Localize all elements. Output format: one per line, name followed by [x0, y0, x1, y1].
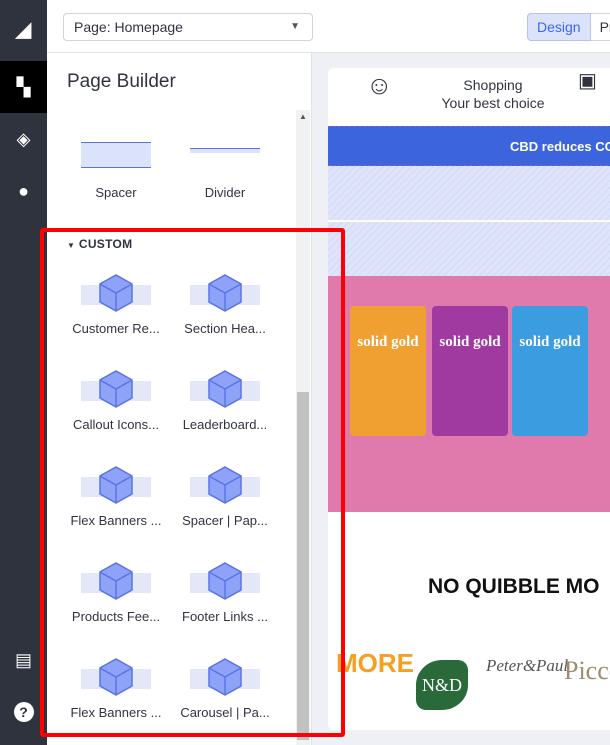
cube-icon	[190, 466, 260, 504]
cube-icon	[190, 658, 260, 696]
theme-palette-icon[interactable]: ●	[0, 165, 47, 217]
widget-label: Flex Banners ...	[70, 705, 162, 720]
cube-icon	[190, 562, 260, 600]
brand-logo: MORE	[336, 648, 414, 678]
spacer-placeholder	[328, 166, 610, 276]
product-bag: solid gold	[432, 306, 508, 436]
custom-widget[interactable]: Section Hea...	[175, 274, 275, 336]
scrollbar[interactable]: ▲	[296, 110, 310, 745]
cube-icon	[190, 274, 260, 312]
custom-widget[interactable]: Footer Links ...	[175, 562, 275, 624]
cube-icon	[81, 562, 151, 600]
widget-label: Products Fee...	[71, 609, 161, 624]
storefront-icon[interactable]: ▤	[0, 634, 47, 686]
widget-label: Customer Re...	[72, 321, 160, 336]
divider-icon	[190, 142, 260, 168]
brand-logo: Piccol	[564, 656, 610, 685]
widget-label: Section Hea...	[184, 321, 266, 336]
widget-label: Callout Icons...	[73, 417, 159, 432]
widget-label: Footer Links ...	[182, 609, 268, 624]
widget-label: Leaderboard...	[182, 417, 268, 432]
brand-logo: N&D	[416, 660, 468, 710]
caret-down-icon: ▼	[67, 241, 76, 250]
preview-tab[interactable]: Pre	[590, 13, 610, 41]
section-label: CUSTOM	[78, 237, 133, 251]
scroll-up-icon[interactable]: ▲	[299, 112, 307, 121]
cube-icon	[81, 466, 151, 504]
support-agent-icon: ☺	[366, 70, 393, 100]
cube-icon	[81, 274, 151, 312]
page-builder-icon[interactable]: ▚	[0, 61, 47, 113]
callout-text: Your best choice	[441, 95, 545, 111]
spacer-icon	[81, 142, 151, 168]
custom-widget[interactable]: Products Fee...	[66, 562, 166, 624]
section-heading: NO QUIBBLE MO	[428, 575, 600, 598]
product-bag: solid gold	[512, 306, 588, 436]
widget-label: Carousel | Pa...	[180, 705, 270, 720]
layers-icon[interactable]: ◈	[0, 113, 47, 165]
brand-logo: Peter&Paul	[486, 656, 569, 675]
widget-label: Flex Banners ...	[70, 513, 162, 528]
widget-spacer[interactable]: Spacer	[66, 142, 166, 200]
page-select[interactable]: Page: Homepage ▼	[63, 13, 313, 41]
announcement-banner: CBD reduces CO	[328, 126, 610, 166]
widget-label: Divider	[204, 185, 246, 200]
cube-icon	[190, 370, 260, 408]
page-select-value: Page: Homepage	[74, 19, 183, 35]
bigcommerce-logo-icon[interactable]: ◢	[0, 3, 47, 55]
product-bag: solid gold	[350, 306, 426, 436]
sidebar-rail: ◢ ▚ ◈ ● ▤ ?	[0, 0, 47, 745]
custom-widget[interactable]: Customer Re...	[66, 274, 166, 336]
custom-widget[interactable]: Flex Banners ...	[66, 466, 166, 528]
page-preview[interactable]: ☺ Shopping Your best choice ▣ CBD reduces…	[328, 68, 610, 730]
custom-widget[interactable]: Flex Banners ...	[66, 658, 166, 720]
design-tab[interactable]: Design	[527, 13, 591, 41]
hero-banner-image: solid gold solid gold solid gold	[328, 276, 610, 512]
shopping-callout: Shopping Your best choice	[418, 76, 568, 112]
custom-widget[interactable]: Callout Icons...	[66, 370, 166, 432]
chevron-down-icon: ▼	[290, 21, 300, 32]
cube-icon	[81, 370, 151, 408]
custom-widget[interactable]: Leaderboard...	[175, 370, 275, 432]
panel-title: Page Builder	[67, 71, 176, 92]
scrollbar-thumb[interactable]	[297, 392, 309, 740]
top-bar: Page: Homepage ▼ Design Pre	[47, 0, 610, 53]
widget-divider[interactable]: Divider	[175, 142, 275, 200]
widget-label: Spacer | Pap...	[182, 513, 268, 528]
help-icon[interactable]: ?	[0, 686, 47, 738]
callout-title: Shopping	[463, 77, 523, 93]
page-builder-panel: Page Builder ▲ Spacer Divider ▼ CUSTOM C…	[47, 53, 312, 745]
custom-widget[interactable]: Spacer | Pap...	[175, 466, 275, 528]
cube-icon	[81, 658, 151, 696]
section-custom[interactable]: ▼ CUSTOM	[67, 237, 132, 251]
widget-label: Spacer	[95, 185, 137, 200]
custom-widget[interactable]: Carousel | Pa...	[175, 658, 275, 720]
box-icon: ▣	[578, 70, 597, 92]
